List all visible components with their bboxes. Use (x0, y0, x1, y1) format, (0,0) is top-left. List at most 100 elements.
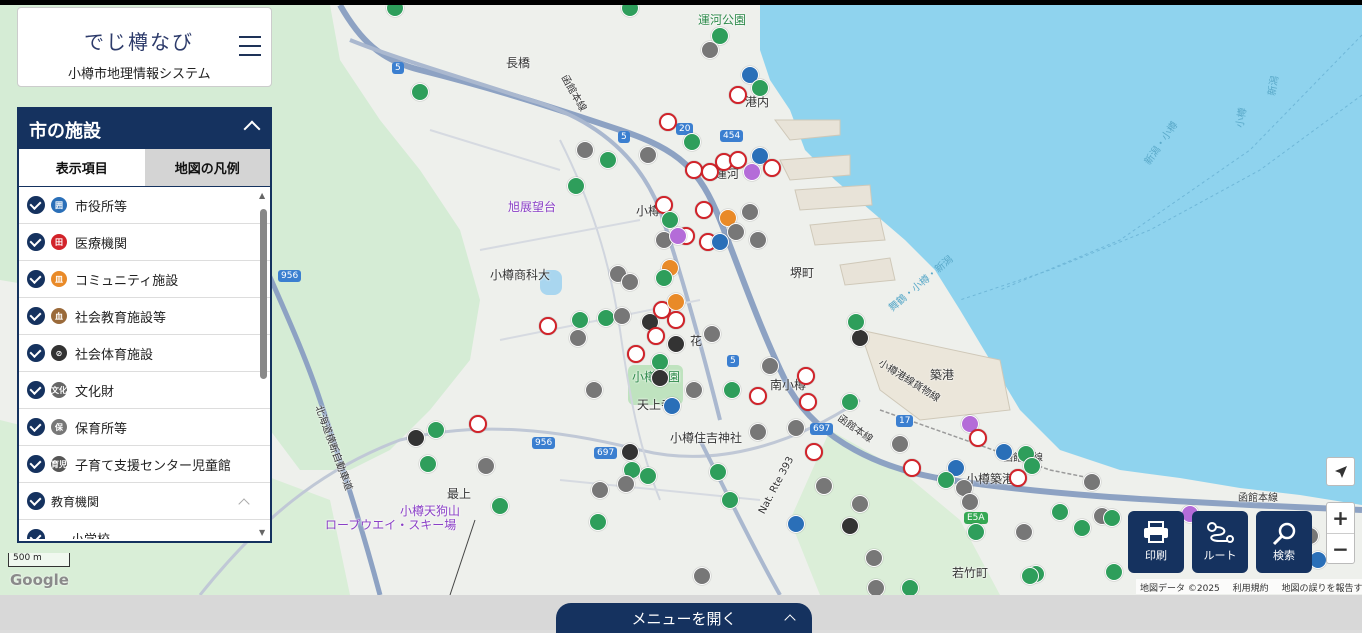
facility-marker-icon[interactable] (667, 293, 685, 311)
facility-marker-icon[interactable] (969, 429, 987, 447)
facility-item[interactable]: 囲市役所等 (19, 187, 270, 224)
facility-marker-icon[interactable] (709, 463, 727, 481)
facility-marker-icon[interactable] (647, 327, 665, 345)
checked-icon[interactable] (27, 270, 45, 288)
facility-marker-icon[interactable] (685, 381, 703, 399)
open-menu-button[interactable]: メニューを開く (556, 603, 812, 633)
facility-marker-icon[interactable] (751, 79, 769, 97)
facility-marker-icon[interactable] (693, 567, 711, 585)
facility-marker-icon[interactable] (995, 443, 1013, 461)
facility-marker-icon[interactable] (787, 419, 805, 437)
facility-marker-icon[interactable] (847, 313, 865, 331)
facility-item[interactable]: 皿コミュニティ施設 (19, 261, 270, 298)
facility-item[interactable]: 田医療機関 (19, 224, 270, 261)
facility-marker-icon[interactable] (683, 133, 701, 151)
facility-marker-icon[interactable] (901, 579, 919, 595)
facility-item[interactable]: 保保育所等 (19, 409, 270, 446)
facility-marker-icon[interactable] (599, 151, 617, 169)
facility-marker-icon[interactable] (961, 493, 979, 511)
facility-marker-icon[interactable] (743, 163, 761, 181)
facility-marker-icon[interactable] (585, 381, 603, 399)
facility-marker-icon[interactable] (903, 459, 921, 477)
checked-icon[interactable] (27, 529, 45, 539)
checked-icon[interactable] (27, 455, 45, 473)
facility-marker-icon[interactable] (1051, 503, 1069, 521)
scroll-thumb[interactable] (260, 209, 267, 379)
facility-marker-icon[interactable] (627, 345, 645, 363)
facility-marker-icon[interactable] (617, 475, 635, 493)
checked-icon[interactable] (27, 418, 45, 436)
facility-marker-icon[interactable] (1105, 563, 1123, 581)
facility-marker-icon[interactable] (469, 415, 487, 433)
tab-map-legend[interactable]: 地図の凡例 (144, 149, 270, 186)
facility-item[interactable]: 血社会教育施設等 (19, 298, 270, 335)
report-error-link[interactable]: 地図の誤りを報告する (1282, 584, 1362, 594)
scroll-down-icon[interactable]: ▼ (259, 528, 265, 537)
facility-marker-icon[interactable] (841, 393, 859, 411)
facility-item[interactable]: ⊘ 社会体育施設 (19, 335, 270, 372)
facility-marker-icon[interactable] (749, 231, 767, 249)
hamburger-menu-icon[interactable] (239, 36, 261, 56)
facility-marker-icon[interactable] (721, 491, 739, 509)
panel-header[interactable]: 市の施設 (19, 109, 270, 149)
facility-marker-icon[interactable] (491, 497, 509, 515)
facility-marker-icon[interactable] (851, 329, 869, 347)
facility-marker-icon[interactable] (727, 223, 745, 241)
facility-marker-icon[interactable] (1073, 519, 1091, 537)
checked-icon[interactable] (27, 196, 45, 214)
facility-marker-icon[interactable] (576, 141, 594, 159)
facility-marker-icon[interactable] (711, 233, 729, 251)
zoom-in-button[interactable]: + (1327, 503, 1354, 533)
facility-marker-icon[interactable] (937, 471, 955, 489)
locate-button[interactable] (1326, 457, 1355, 486)
zoom-out-button[interactable]: − (1327, 534, 1354, 564)
tab-display-items[interactable]: 表示項目 (19, 149, 145, 186)
facility-marker-icon[interactable] (1015, 523, 1033, 541)
facility-item[interactable]: 文化 文化財 (19, 372, 270, 409)
facility-marker-icon[interactable] (1021, 567, 1039, 585)
facility-marker-icon[interactable] (419, 455, 437, 473)
facility-marker-icon[interactable] (621, 443, 639, 461)
facility-marker-icon[interactable] (891, 435, 909, 453)
checked-icon[interactable] (27, 381, 45, 399)
search-button[interactable]: 検索 (1256, 511, 1312, 573)
terms-link[interactable]: 利用規約 (1233, 584, 1269, 594)
facility-marker-icon[interactable] (569, 329, 587, 347)
facility-marker-icon[interactable] (797, 367, 815, 385)
checked-icon[interactable] (27, 344, 45, 362)
facility-marker-icon[interactable] (749, 387, 767, 405)
facility-marker-icon[interactable] (539, 317, 557, 335)
chevron-up-icon[interactable] (238, 498, 250, 510)
facility-marker-icon[interactable] (667, 335, 685, 353)
facility-marker-icon[interactable] (695, 201, 713, 219)
print-button[interactable]: 印刷 (1128, 511, 1184, 573)
category-education[interactable]: 教育機関 (19, 483, 270, 520)
facility-marker-icon[interactable] (591, 481, 609, 499)
checked-icon[interactable] (27, 233, 45, 251)
facility-marker-icon[interactable] (659, 113, 677, 131)
facility-marker-icon[interactable] (1009, 469, 1027, 487)
facility-marker-icon[interactable] (703, 325, 721, 343)
route-button[interactable]: ルート (1192, 511, 1248, 573)
facility-marker-icon[interactable] (1083, 473, 1101, 491)
facility-marker-icon[interactable] (805, 443, 823, 461)
facility-marker-icon[interactable] (589, 513, 607, 531)
facility-marker-icon[interactable] (749, 423, 767, 441)
facility-marker-icon[interactable] (613, 307, 631, 325)
facility-item[interactable]: 育児 子育て支援センター児童館 (19, 446, 270, 483)
facility-marker-icon[interactable] (799, 393, 817, 411)
facility-marker-icon[interactable] (477, 457, 495, 475)
facility-marker-icon[interactable] (427, 421, 445, 439)
facility-marker-icon[interactable] (655, 269, 673, 287)
facility-marker-icon[interactable] (1103, 509, 1121, 527)
facility-list[interactable]: 囲市役所等田医療機関皿コミュニティ施設血社会教育施設等 ⊘ 社会体育施設 文化 文化財保… (19, 187, 270, 539)
scrollbar[interactable]: ▲ ▼ (259, 187, 267, 539)
facility-marker-icon[interactable] (667, 311, 685, 329)
facility-marker-icon[interactable] (651, 369, 669, 387)
checked-icon[interactable] (27, 492, 45, 510)
facility-marker-icon[interactable] (841, 517, 859, 535)
facility-marker-icon[interactable] (851, 495, 869, 513)
facility-marker-icon[interactable] (867, 579, 885, 595)
facility-marker-icon[interactable] (967, 523, 985, 541)
facility-marker-icon[interactable] (787, 515, 805, 533)
